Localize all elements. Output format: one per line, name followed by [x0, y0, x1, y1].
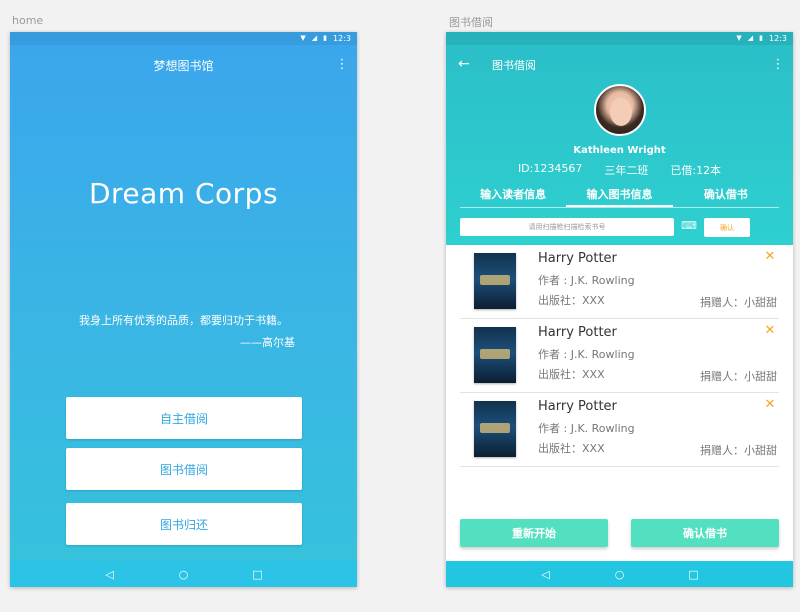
reader-header: ▼ ◢ ▮ 12:3 ← 图书借阅 ⋮ Kathleen Wright ID:1…	[446, 32, 793, 245]
status-bar: ▼ ◢ ▮ 12:3	[446, 32, 793, 45]
arrow-back-icon[interactable]: ←	[458, 56, 470, 72]
nav-bar: ◁ ○ □	[446, 561, 793, 587]
book-donor: 捐赠人：小甜甜	[700, 370, 777, 383]
signal-icon: ◢	[311, 34, 318, 42]
page-title: 梦想图书馆	[153, 58, 214, 73]
confirm-borrow-button[interactable]: 确认借书	[631, 519, 779, 547]
wifi-icon: ▼	[736, 34, 742, 42]
book-publisher: 出版社：XXX	[538, 294, 605, 307]
book-title: Harry Potter	[538, 325, 617, 340]
user-id: ID:1234567	[517, 162, 583, 175]
user-name: Kathleen Wright	[573, 145, 666, 156]
brand-title: Dream Corps	[88, 177, 279, 210]
nav-back-icon[interactable]: ◁	[103, 568, 117, 581]
book-donor: 捐赠人：小甜甜	[700, 296, 777, 309]
book-author: 作者 : J.K. Rowling	[538, 274, 635, 287]
book-cover	[474, 401, 516, 457]
nav-recent-icon[interactable]: □	[251, 568, 265, 581]
close-icon[interactable]: ✕	[763, 397, 777, 412]
book-borrow-button[interactable]: 图书借阅	[66, 448, 302, 490]
signal-icon: ◢	[747, 34, 754, 42]
home-screen: ▼ ◢ ▮ 12:3 梦想图书馆 ⋮ Dream Corps 我身上所有优秀的品…	[10, 32, 357, 587]
status-time: 12:3	[333, 34, 351, 43]
quote-text: 我身上所有优秀的品质，都要归功于书籍。	[79, 314, 288, 327]
scan-input[interactable]	[460, 218, 674, 236]
user-borrowed-count: 已借:12本	[670, 164, 722, 177]
list-item: Harry Potter 作者 : J.K. Rowling 出版社：XXX 捐…	[460, 393, 779, 467]
step-tabs: 输入读者信息 输入图书信息 确认借书	[460, 184, 779, 208]
battery-icon: ▮	[323, 34, 328, 42]
app-bar: 梦想图书馆 ⋮	[10, 45, 357, 85]
tab-confirm[interactable]: 确认借书	[673, 184, 779, 207]
frame-label-borrow: 图书借阅	[449, 16, 493, 29]
confirm-scan-button[interactable]: 确认	[704, 218, 750, 237]
book-author: 作者 : J.K. Rowling	[538, 422, 635, 435]
book-publisher: 出版社：XXX	[538, 442, 605, 455]
book-cover	[474, 253, 516, 309]
nav-home-icon[interactable]: ○	[613, 568, 627, 581]
self-borrow-button[interactable]: 自主借阅	[66, 397, 302, 439]
more-vert-icon[interactable]: ⋮	[771, 57, 785, 72]
book-author: 作者 : J.K. Rowling	[538, 348, 635, 361]
close-icon[interactable]: ✕	[763, 323, 777, 338]
quote-author: ——高尔基	[240, 336, 295, 349]
book-title: Harry Potter	[538, 399, 617, 414]
tab-book-info[interactable]: 输入图书信息	[566, 184, 673, 207]
status-bar: ▼ ◢ ▮ 12:3	[10, 32, 357, 45]
book-publisher: 出版社：XXX	[538, 368, 605, 381]
user-class: 三年二班	[604, 164, 649, 177]
book-return-button[interactable]: 图书归还	[66, 503, 302, 545]
frame-label-home: home	[12, 14, 44, 27]
nav-recent-icon[interactable]: □	[687, 568, 701, 581]
keyboard-icon[interactable]: ⌨	[681, 219, 697, 232]
user-meta: ID:1234567 三年二班 已借:12本	[446, 162, 793, 178]
tab-reader-info[interactable]: 输入读者信息	[460, 184, 566, 207]
more-vert-icon[interactable]: ⋮	[335, 57, 349, 72]
app-bar: ← 图书借阅 ⋮	[446, 45, 793, 85]
list-item: Harry Potter 作者 : J.K. Rowling 出版社：XXX 捐…	[460, 319, 779, 393]
book-title: Harry Potter	[538, 251, 617, 266]
wifi-icon: ▼	[300, 34, 306, 42]
book-list: Harry Potter 作者 : J.K. Rowling 出版社：XXX 捐…	[460, 245, 779, 467]
restart-button[interactable]: 重新开始	[460, 519, 608, 547]
page-title: 图书借阅	[492, 59, 536, 72]
borrow-screen: ▼ ◢ ▮ 12:3 ← 图书借阅 ⋮ Kathleen Wright ID:1…	[446, 32, 793, 587]
avatar	[594, 84, 646, 136]
book-cover	[474, 327, 516, 383]
nav-back-icon[interactable]: ◁	[539, 568, 553, 581]
list-item: Harry Potter 作者 : J.K. Rowling 出版社：XXX 捐…	[460, 245, 779, 319]
battery-icon: ▮	[759, 34, 764, 42]
nav-bar: ◁ ○ □	[10, 561, 357, 587]
nav-home-icon[interactable]: ○	[177, 568, 191, 581]
close-icon[interactable]: ✕	[763, 249, 777, 264]
status-time: 12:3	[769, 34, 787, 43]
book-donor: 捐赠人：小甜甜	[700, 444, 777, 457]
